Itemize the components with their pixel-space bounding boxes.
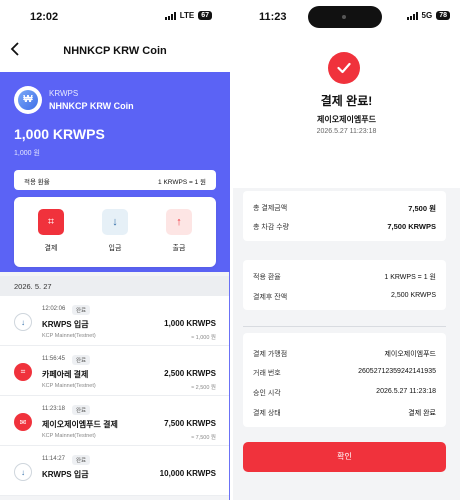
transaction-time: 11:23:18 bbox=[42, 406, 65, 412]
date-header: 2026. 5. 27 bbox=[0, 276, 230, 296]
status-bar: 11:23 5G 78 bbox=[233, 0, 460, 36]
transaction-krw: ≈ 1,000 원 bbox=[191, 335, 216, 341]
transaction-time: 11:56:45 bbox=[42, 356, 65, 362]
transaction-amount: 10,000 KRWPS bbox=[159, 469, 216, 478]
transaction-amount: 2,500 KRWPS bbox=[164, 369, 216, 378]
check-circle-icon bbox=[328, 52, 360, 84]
coin-balance-krw: 1,000 원 bbox=[14, 150, 40, 157]
signal-icon bbox=[406, 11, 418, 20]
summary-value: 7,500 KRWPS bbox=[387, 222, 436, 231]
arrow-down-icon: ↓ bbox=[102, 209, 128, 235]
transaction-list: ↓ 12:02:06 완료 KRWPS 입금 KCP Mainnet(Testn… bbox=[0, 296, 230, 496]
transaction-time: 11:14:27 bbox=[42, 456, 65, 462]
status-badge: 완료 bbox=[72, 355, 91, 365]
result-datetime: 2026.5.27 11:23:18 bbox=[316, 128, 377, 135]
exchange-rate-box: 적용 환율 1 KRWPS = 1 원 bbox=[14, 170, 216, 190]
rate-value: 2,500 KRWPS bbox=[390, 292, 436, 299]
coin-balance: 1,000 KRWPS bbox=[14, 126, 105, 142]
status-badge: 완료 bbox=[72, 455, 91, 465]
transaction-row[interactable]: ↓ 12:02:06 완료 KRWPS 입금 KCP Mainnet(Testn… bbox=[0, 296, 230, 346]
transaction-time: 12:02:06 bbox=[42, 306, 66, 312]
network-label: 5G bbox=[421, 11, 433, 20]
pay-button[interactable]: ⌗ 결제 bbox=[31, 209, 71, 253]
transaction-name: KRWPS 입금 bbox=[42, 470, 89, 479]
transaction-amount: 1,000 KRWPS bbox=[164, 319, 216, 328]
result-title: 결제 완료! bbox=[320, 94, 373, 108]
network-label: LTE bbox=[179, 11, 195, 20]
transaction-krw: ≈ 7,500 원 bbox=[191, 435, 216, 441]
deposit-icon: ↓ bbox=[14, 313, 32, 331]
payment-details-card: 결제 가맹점 제이오제이엠푸드 거래 번호 260527123592421419… bbox=[243, 333, 446, 427]
status-bar: 12:02 LTE 67 bbox=[0, 0, 230, 30]
transaction-row[interactable]: ⌗ 11:56:45 완료 카페아레 결제 KCP Mainnet(Testne… bbox=[0, 346, 230, 396]
qr-scan-icon: ⌗ bbox=[38, 209, 64, 235]
summary-value: 7,500 원 bbox=[408, 204, 436, 213]
detail-value: 제이오제이엠푸드 bbox=[384, 351, 436, 358]
deposit-button[interactable]: ↓ 입금 bbox=[95, 209, 135, 253]
detail-label: 결제 상태 bbox=[253, 410, 281, 417]
status-time: 11:23 bbox=[259, 11, 287, 23]
withdraw-button[interactable]: ↑ 출금 bbox=[159, 209, 199, 253]
detail-value: 결제 완료 bbox=[408, 410, 436, 417]
transaction-amount: 7,500 KRWPS bbox=[164, 419, 216, 428]
nav-bar: NHNKCP KRW Coin bbox=[0, 30, 230, 72]
rate-label: 결제후 잔액 bbox=[253, 294, 288, 301]
transaction-name: KRWPS 입금 bbox=[42, 320, 89, 329]
exchange-rate-label: 적용 환율 bbox=[24, 179, 50, 186]
transaction-name: 제이오제이엠푸드 결제 bbox=[42, 420, 118, 429]
detail-value: 26052712359242141935 bbox=[358, 368, 436, 375]
detail-label: 거래 번호 bbox=[253, 370, 281, 377]
dynamic-island bbox=[308, 6, 382, 28]
summary-label: 총 결제금액 bbox=[253, 205, 288, 212]
detail-label: 승인 시각 bbox=[253, 390, 281, 397]
deposit-icon: ↓ bbox=[14, 463, 32, 481]
arrow-up-icon: ↑ bbox=[166, 209, 192, 235]
pay-button-label: 결제 bbox=[44, 245, 58, 252]
result-merchant: 제이오제이엠푸드 bbox=[317, 115, 376, 124]
payment-summary-card: 총 결제금액 7,500 원 총 차감 수량 7,500 KRWPS bbox=[243, 191, 446, 241]
date-header-text: 2026. 5. 27 bbox=[14, 282, 52, 291]
coin-name: NHNKCP KRW Coin bbox=[49, 101, 134, 111]
transaction-network: KCP Mainnet(Testnet) bbox=[42, 433, 96, 439]
payment-icon: ✉ bbox=[14, 413, 32, 431]
summary-label: 총 차감 수량 bbox=[253, 224, 290, 231]
wallet-screen: 12:02 LTE 67 NHNKCP KRW Coin ₩ KRWPS NHN… bbox=[0, 0, 230, 500]
battery-icon: 67 bbox=[198, 11, 212, 20]
status-badge: 완료 bbox=[72, 405, 91, 415]
transaction-row[interactable]: ✉ 11:23:18 완료 제이오제이엠푸드 결제 KCP Mainnet(Te… bbox=[0, 396, 230, 446]
rate-card: 적용 환율 1 KRWPS = 1 원 결제후 잔액 2,500 KRWPS bbox=[243, 260, 446, 310]
transaction-name: 카페아레 결제 bbox=[42, 370, 89, 379]
deposit-button-label: 입금 bbox=[108, 245, 122, 252]
payment-icon: ⌗ bbox=[14, 363, 32, 381]
rate-label: 적용 환율 bbox=[253, 274, 281, 281]
action-buttons: ⌗ 결제 ↓ 입금 ↑ 출금 bbox=[14, 197, 216, 267]
payment-complete-screen: 11:23 5G 78 결제 완료! 제이오제이엠푸드 2026.5.27 11… bbox=[233, 0, 460, 500]
status-indicators: 5G 78 bbox=[406, 11, 450, 20]
confirm-button[interactable]: 확인 bbox=[243, 442, 446, 472]
status-indicators: LTE 67 bbox=[164, 11, 212, 20]
signal-icon bbox=[164, 11, 176, 20]
transaction-row[interactable]: ↓ 11:14:27 완료 KRWPS 입금 10,000 KRWPS bbox=[0, 446, 230, 496]
detail-label: 결제 가맹점 bbox=[253, 351, 288, 358]
battery-icon: 78 bbox=[436, 11, 450, 20]
exchange-rate-value: 1 KRWPS = 1 원 bbox=[158, 179, 206, 186]
scrollbar[interactable] bbox=[229, 72, 230, 500]
coin-logo-icon: ₩ bbox=[14, 86, 42, 114]
transaction-network: KCP Mainnet(Testnet) bbox=[42, 383, 96, 389]
rate-value: 1 KRWPS = 1 원 bbox=[384, 274, 436, 281]
detail-value: 2026.5.27 11:23:18 bbox=[376, 388, 436, 395]
page-title: NHNKCP KRW Coin bbox=[63, 45, 167, 57]
status-badge: 완료 bbox=[72, 305, 91, 315]
transaction-network: KCP Mainnet(Testnet) bbox=[42, 333, 96, 339]
transaction-krw: ≈ 2,500 원 bbox=[191, 385, 216, 391]
withdraw-button-label: 출금 bbox=[172, 245, 186, 252]
divider bbox=[243, 326, 446, 327]
coin-symbol: KRWPS bbox=[49, 89, 79, 98]
status-time: 12:02 bbox=[30, 11, 59, 23]
